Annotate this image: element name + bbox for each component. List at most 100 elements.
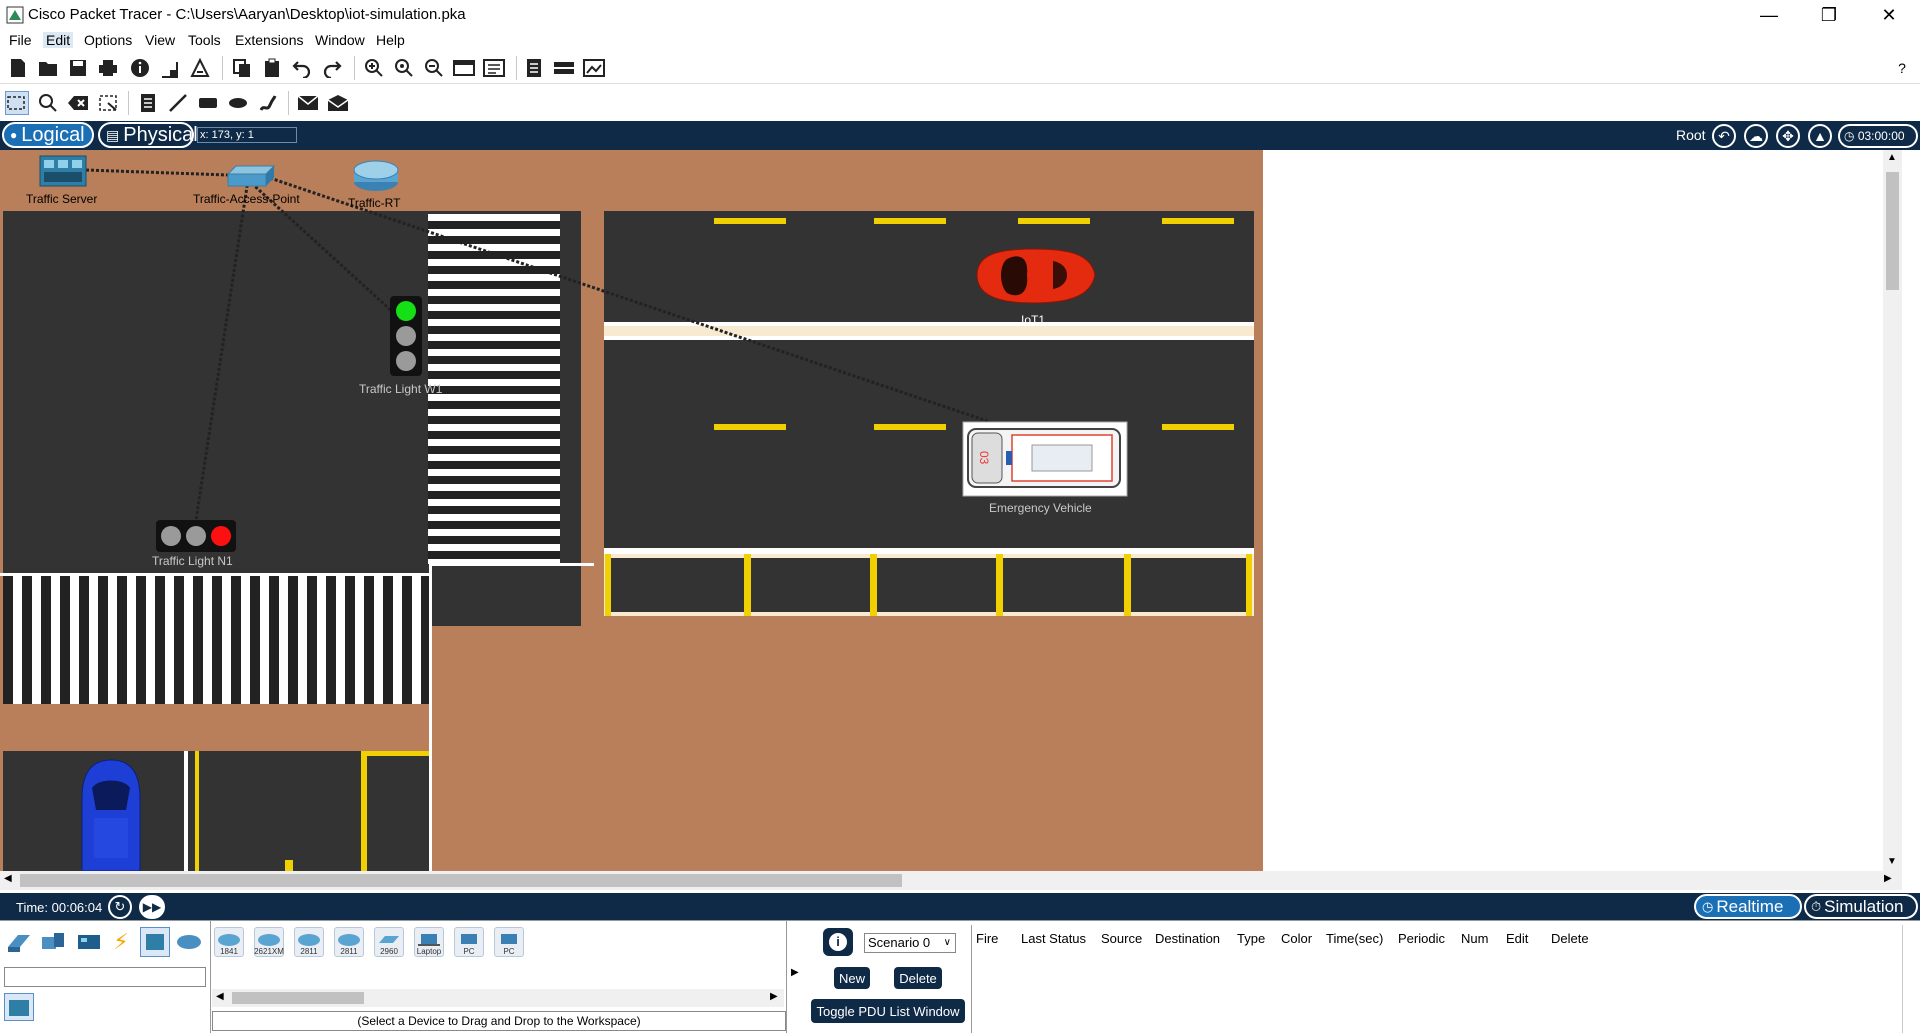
add-complex-pdu-icon[interactable]: [326, 91, 350, 115]
menu-file[interactable]: File: [6, 32, 35, 48]
menu-extensions[interactable]: Extensions: [232, 32, 306, 48]
realtime-label: Realtime: [1716, 896, 1784, 916]
zoom-in-icon[interactable]: [362, 56, 386, 80]
menu-help[interactable]: Help: [373, 32, 408, 48]
scroll-left-arrow[interactable]: ◀: [216, 991, 224, 1002]
scenario-select[interactable]: Scenario 0 ∨: [864, 933, 956, 953]
vertical-scrollbar[interactable]: ▲ ▼: [1883, 150, 1902, 871]
info-icon[interactable]: [128, 56, 152, 80]
network-devices-icon[interactable]: [6, 931, 32, 953]
components-icon[interactable]: [76, 931, 102, 953]
new-file-icon[interactable]: [6, 56, 30, 80]
end-devices-icon[interactable]: [40, 931, 66, 953]
scroll-left-arrow[interactable]: ◀: [4, 873, 12, 884]
draw-rectangle-icon[interactable]: [196, 91, 220, 115]
redo-icon[interactable]: [320, 56, 344, 80]
print-icon[interactable]: [96, 56, 120, 80]
device-search-field[interactable]: [4, 967, 206, 987]
menu-view[interactable]: View: [142, 32, 178, 48]
notes-icon[interactable]: [522, 56, 546, 80]
network-wizard-icon[interactable]: [158, 56, 182, 80]
clock-icon: ◷: [1844, 129, 1855, 143]
device-model-laptop[interactable]: Laptop: [414, 927, 444, 957]
select-tool-icon[interactable]: [5, 91, 29, 115]
toggle-pdu-list-button[interactable]: Toggle PDU List Window: [811, 999, 965, 1023]
delete-tool-icon[interactable]: [66, 91, 90, 115]
freeform-icon[interactable]: [256, 91, 280, 115]
drawing-palette-icon[interactable]: [452, 56, 476, 80]
viewport-icon[interactable]: [582, 56, 606, 80]
draw-line-icon[interactable]: [166, 91, 190, 115]
device-model-2811[interactable]: 2811: [294, 927, 324, 957]
activity-wizard-icon[interactable]: [188, 56, 212, 80]
red-car-iot1[interactable]: [967, 245, 1099, 307]
copy-icon[interactable]: [230, 56, 254, 80]
scroll-right-arrow[interactable]: ▶: [770, 991, 778, 1002]
zoom-out-icon[interactable]: [422, 56, 446, 80]
logical-workspace[interactable]: Traffic Server Traffic-Access-Point Traf…: [0, 150, 1902, 871]
move-object-icon[interactable]: ✥: [1776, 124, 1800, 148]
device-model-2811[interactable]: 2811: [334, 927, 364, 957]
close-button[interactable]: ✕: [1866, 0, 1912, 30]
custom-devices-icon[interactable]: [482, 56, 506, 80]
paste-icon[interactable]: [260, 56, 284, 80]
device-model-pc[interactable]: PC: [454, 927, 484, 957]
resize-shape-icon[interactable]: [96, 91, 120, 115]
device-model-2960[interactable]: 2960: [374, 927, 404, 957]
tab-logical[interactable]: ● Logical: [2, 122, 94, 148]
router-icon[interactable]: [352, 160, 400, 192]
access-point-icon[interactable]: [226, 164, 276, 188]
fast-forward-icon[interactable]: ▶▶: [139, 895, 165, 919]
device-model-2621xm[interactable]: 2621XM: [254, 927, 284, 957]
device-model-1841[interactable]: 1841: [214, 927, 244, 957]
device-model-pc[interactable]: PC: [494, 927, 524, 957]
device-list-scroll-thumb[interactable]: [232, 992, 364, 1004]
miscellaneous-icon[interactable]: [140, 927, 170, 957]
cluster-icon[interactable]: ☁: [1744, 124, 1768, 148]
open-folder-icon[interactable]: [36, 56, 60, 80]
multiuser-icon[interactable]: [176, 933, 202, 951]
time-mode-bar: Time: 00:06:04 ↻ ▶▶ ◷ Realtime ⏱ Simulat…: [0, 893, 1920, 920]
blue-car-icon[interactable]: [78, 758, 144, 871]
connections-icon[interactable]: ⚡: [108, 929, 134, 955]
draw-ellipse-icon[interactable]: [226, 91, 250, 115]
panel-collapse-arrow[interactable]: ▶: [791, 967, 799, 978]
tab-physical[interactable]: ▤ Physical: [98, 122, 198, 148]
traffic-light-n1[interactable]: [156, 520, 236, 552]
save-icon[interactable]: [66, 56, 90, 80]
red-lamp: [396, 351, 416, 371]
menu-window[interactable]: Window: [312, 32, 368, 48]
traffic-server-icon[interactable]: [38, 154, 88, 188]
scroll-right-arrow[interactable]: ▶: [1884, 873, 1892, 884]
device-template-icon[interactable]: [552, 56, 576, 80]
zoom-reset-icon[interactable]: [392, 56, 416, 80]
emergency-vehicle-icon[interactable]: 03: [962, 421, 1128, 497]
undo-icon[interactable]: [290, 56, 314, 80]
add-simple-pdu-icon[interactable]: [296, 91, 320, 115]
restore-button[interactable]: ❐: [1806, 0, 1852, 30]
menu-edit[interactable]: Edit: [43, 32, 74, 48]
misc-subcategory-icon[interactable]: [4, 993, 34, 1021]
new-scenario-button[interactable]: New: [834, 967, 870, 989]
simulation-mode-button[interactable]: ⏱ Simulation: [1804, 894, 1918, 919]
scroll-up-arrow[interactable]: ▲: [1887, 152, 1897, 163]
minimize-button[interactable]: —: [1746, 0, 1792, 30]
help-icon[interactable]: ?: [1890, 56, 1914, 80]
back-icon[interactable]: ↶: [1712, 124, 1736, 148]
set-background-icon[interactable]: ▲: [1808, 124, 1832, 148]
realtime-mode-button[interactable]: ◷ Realtime: [1694, 894, 1802, 919]
place-note-icon[interactable]: [136, 91, 160, 115]
vertical-scroll-thumb[interactable]: [1886, 172, 1899, 290]
delete-scenario-button[interactable]: Delete: [894, 967, 942, 989]
traffic-light-w1[interactable]: [390, 296, 422, 376]
horizontal-scrollbar[interactable]: ◀ ▶: [0, 871, 1902, 890]
viewport-clock[interactable]: ◷ 03:00:00: [1838, 124, 1918, 148]
device-list-scrollbar[interactable]: ◀ ▶: [212, 989, 784, 1007]
power-cycle-icon[interactable]: ↻: [108, 895, 132, 919]
scroll-down-arrow[interactable]: ▼: [1887, 856, 1897, 867]
scenario-info-button[interactable]: i: [823, 928, 853, 956]
menu-options[interactable]: Options: [81, 32, 135, 48]
horizontal-scroll-thumb[interactable]: [20, 874, 902, 887]
menu-tools[interactable]: Tools: [185, 32, 224, 48]
inspect-tool-icon[interactable]: [36, 91, 60, 115]
